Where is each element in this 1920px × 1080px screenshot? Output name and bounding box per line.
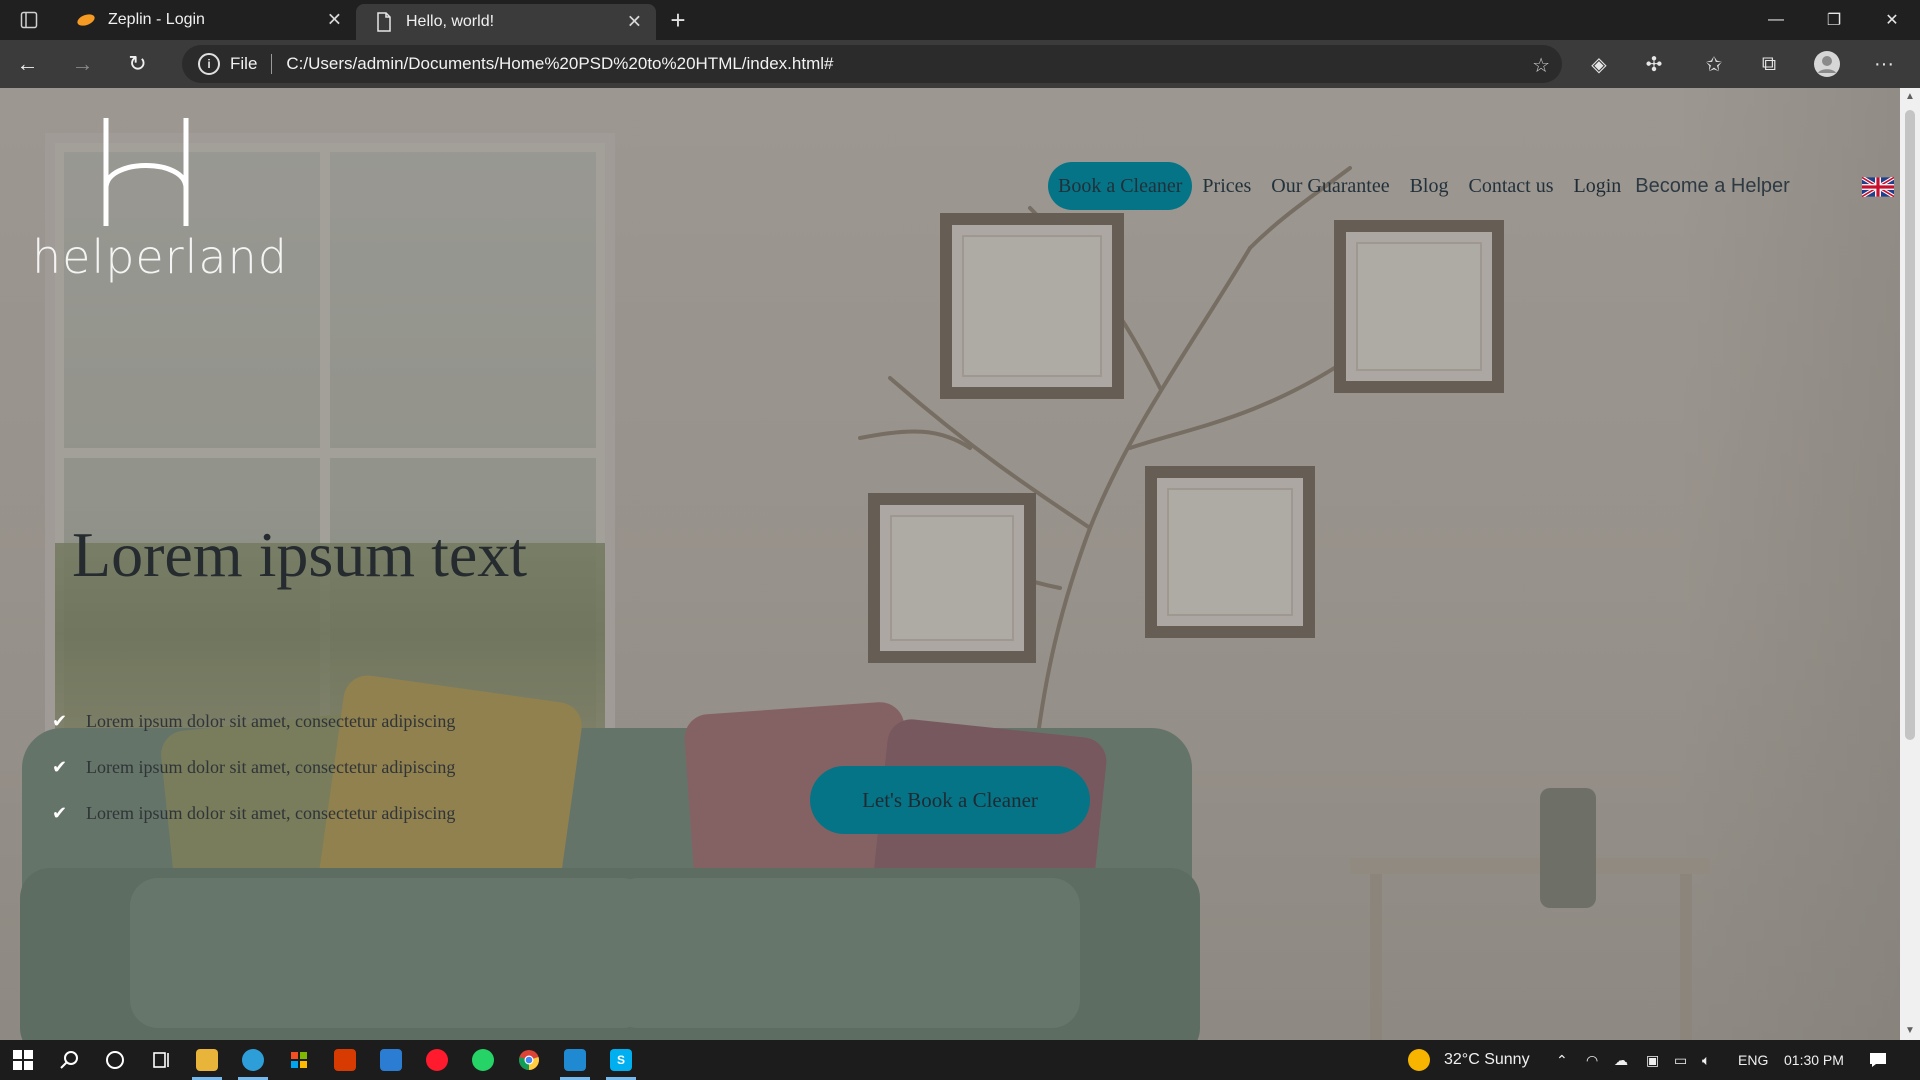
close-window-icon[interactable]: ✕: [1864, 0, 1920, 40]
scroll-up-icon[interactable]: ▲: [1900, 88, 1920, 106]
sun-icon: [1408, 1049, 1430, 1071]
new-tab-icon[interactable]: +: [656, 0, 700, 40]
site-logo[interactable]: helperland: [32, 118, 288, 288]
chrome-icon[interactable]: [506, 1040, 552, 1080]
hero-bullet-list: ✔ Lorem ipsum dolor sit amet, consectetu…: [52, 698, 455, 836]
nav-blog[interactable]: Blog: [1410, 175, 1449, 198]
skype-icon[interactable]: S: [598, 1040, 644, 1080]
back-icon[interactable]: ←: [0, 40, 55, 88]
bullet-text: Lorem ipsum dolor sit amet, consectetur …: [86, 756, 456, 777]
page-scrollbar[interactable]: ▲ ▼: [1900, 88, 1920, 1040]
store-icon[interactable]: [276, 1040, 322, 1080]
bullet-text: Lorem ipsum dolor sit amet, consectetur …: [86, 802, 456, 823]
onedrive-icon[interactable]: ☁: [1614, 1040, 1628, 1080]
book-cleaner-button[interactable]: Book a Cleaner: [1048, 162, 1193, 210]
whatsapp-icon[interactable]: [460, 1040, 506, 1080]
clock[interactable]: 01:30 PM: [1784, 1040, 1844, 1080]
page-icon: [374, 12, 394, 32]
tab-title: Zeplin - Login: [108, 11, 205, 28]
battery-icon[interactable]: ▭: [1674, 1040, 1687, 1080]
list-item: ✔ Lorem ipsum dolor sit amet, consectetu…: [52, 790, 455, 836]
address-bar[interactable]: i File C:/Users/admin/Documents/Home%20P…: [182, 45, 1562, 83]
site-nav: Book a Cleaner Prices Our Guarantee Blog…: [1048, 162, 1790, 210]
web-page: helperland Book a Cleaner Prices Our Gua…: [0, 88, 1900, 1040]
tab-title: Hello, world!: [406, 13, 495, 30]
weather-widget[interactable]: 32°C Sunny: [1408, 1040, 1530, 1080]
notifications-icon[interactable]: [1868, 1040, 1888, 1080]
shopping-icon[interactable]: ◈: [1575, 40, 1623, 88]
checkmark-icon: ✔: [52, 756, 68, 777]
bullet-text: Lorem ipsum dolor sit amet, consectetur …: [86, 710, 456, 731]
nav-our-guarantee[interactable]: Our Guarantee: [1271, 175, 1389, 198]
add-favorite-icon[interactable]: ☆: [1532, 53, 1550, 78]
nav-contact-us[interactable]: Contact us: [1468, 175, 1553, 198]
checkmark-icon: ✔: [52, 802, 68, 823]
vscode-icon[interactable]: [552, 1040, 598, 1080]
more-menu-icon[interactable]: ···: [1860, 40, 1908, 88]
profile-avatar-icon[interactable]: [1803, 40, 1851, 88]
hero-title: Lorem ipsum text: [72, 519, 528, 590]
close-tab-icon[interactable]: ✕: [627, 12, 642, 33]
uk-flag-icon[interactable]: [1862, 177, 1894, 197]
search-icon[interactable]: [46, 1040, 92, 1080]
windows-taskbar: S 32°C Sunny ⌃ ◠ ☁ ▣ ▭ 🔈︎ ENG 01:30 PM: [0, 1040, 1920, 1080]
minimize-icon[interactable]: —: [1748, 0, 1804, 40]
list-item: ✔ Lorem ipsum dolor sit amet, consectetu…: [52, 744, 455, 790]
scroll-down-icon[interactable]: ▼: [1900, 1022, 1920, 1040]
nav-prices[interactable]: Prices: [1202, 175, 1251, 198]
scheme-label: File: [230, 54, 258, 73]
scrollbar-thumb[interactable]: [1905, 110, 1915, 740]
close-tab-icon[interactable]: ✕: [327, 10, 342, 31]
logo-mark-icon: [103, 118, 189, 226]
file-explorer-icon[interactable]: [184, 1040, 230, 1080]
forward-icon[interactable]: →: [55, 40, 110, 88]
checkmark-icon: ✔: [52, 710, 68, 731]
mail-icon[interactable]: [368, 1040, 414, 1080]
url-text[interactable]: C:/Users/admin/Documents/Home%20PSD%20to…: [286, 54, 833, 74]
tab-hello-world[interactable]: Hello, world! ✕: [356, 4, 656, 40]
show-hidden-icons[interactable]: ⌃: [1556, 1040, 1568, 1080]
favorites-icon[interactable]: ✩: [1690, 40, 1738, 88]
collections-icon[interactable]: ⧉: [1745, 40, 1793, 88]
cortana-icon[interactable]: [92, 1040, 138, 1080]
tab-zeplin[interactable]: Zeplin - Login ✕: [58, 0, 356, 40]
list-item: ✔ Lorem ipsum dolor sit amet, consectetu…: [52, 698, 455, 744]
divider: [271, 54, 273, 74]
logo-text: helperland: [32, 230, 288, 284]
restore-icon[interactable]: ❐: [1806, 0, 1862, 40]
volume-icon[interactable]: 🔈︎: [1702, 1040, 1710, 1080]
network-icon[interactable]: ◠: [1586, 1040, 1598, 1080]
task-view-icon[interactable]: [138, 1040, 184, 1080]
info-icon[interactable]: i: [198, 53, 220, 75]
tab-actions-icon[interactable]: [0, 0, 58, 40]
language-indicator[interactable]: ENG: [1738, 1040, 1768, 1080]
refresh-icon[interactable]: ↻: [110, 40, 165, 88]
login-link[interactable]: Login: [1573, 175, 1621, 198]
zeplin-icon: [76, 10, 96, 30]
edge-browser-icon[interactable]: [230, 1040, 276, 1080]
extensions-icon[interactable]: ✣: [1630, 40, 1678, 88]
meet-now-icon[interactable]: ▣: [1646, 1040, 1659, 1080]
browser-tab-bar: Zeplin - Login ✕ Hello, world! ✕ + — ❐ ✕: [0, 0, 1920, 40]
opera-icon[interactable]: [414, 1040, 460, 1080]
weather-text: 32°C Sunny: [1444, 1051, 1530, 1068]
windows-start-icon[interactable]: [0, 1040, 46, 1080]
become-helper-link[interactable]: Become a Helper: [1635, 175, 1790, 198]
office-icon[interactable]: [322, 1040, 368, 1080]
lets-book-cleaner-button[interactable]: Let's Book a Cleaner: [810, 766, 1090, 834]
